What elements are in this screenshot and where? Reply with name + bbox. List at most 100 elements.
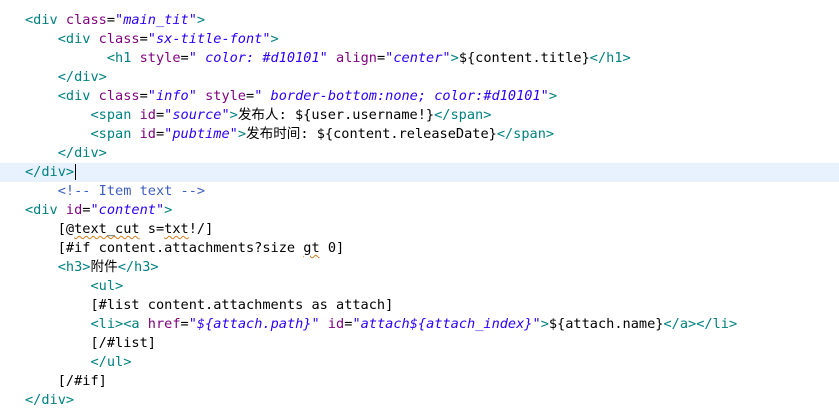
code-line[interactable]: <h3>附件</h3> [0,258,839,277]
code-line-content: [/#list] [25,334,155,353]
code-token: </li> [696,316,738,332]
code-line[interactable]: [/#if] [0,372,839,391]
code-token: "source" [164,107,230,123]
code-token: style [139,50,181,66]
code-editor[interactable]: <div class="main_tit"> <div class="sx-ti… [0,0,839,420]
code-token: !/] [188,221,214,237]
code-token: > [229,107,238,123]
code-token: "center" [385,50,451,66]
code-token: <h1 [106,50,140,66]
code-token: id [139,107,156,123]
code-token: = [155,107,165,123]
code-line[interactable]: </div> [0,163,839,182]
code-token: [#list content.attachments as attach] [90,297,394,313]
code-token: = [139,88,148,104]
code-token: 发布时间: ${content.releaseDate} [246,126,497,142]
code-token: style [196,88,246,104]
code-line[interactable]: <div class="sx-title-font"> [0,30,839,49]
code-token: <h3> [57,259,91,275]
code-line[interactable]: <div class="info" style=" border-bottom:… [0,87,839,106]
code-token: class [98,31,140,47]
code-token: </span> [496,126,555,142]
code-token: "attach${attach_index}" [352,316,541,332]
code-line-content: <div class="sx-title-font"> [25,30,279,49]
code-token: "main_tit" [115,12,197,28]
code-token: </div> [57,69,107,85]
code-line-content: </div> [25,144,107,163]
code-token: > [548,88,558,104]
code-line[interactable]: [/#list] [0,334,839,353]
code-line[interactable]: </div> [0,68,839,87]
code-token: </h1> [589,50,631,66]
text-cursor [75,164,77,180]
code-token: = [180,316,189,332]
code-token: <div [25,12,66,28]
code-token: = [246,88,255,104]
code-line[interactable]: [@text_cut s=txt!/] [0,220,839,239]
code-token: <li> [90,316,124,332]
code-token: "sx-title-font" [147,31,271,47]
code-token: <span [90,107,140,123]
code-token: <div [25,202,66,218]
code-line[interactable]: </ul> [0,353,839,372]
code-token: id [319,316,345,332]
code-token: [#if content.attachments?size [57,240,304,256]
code-token: id [65,202,83,218]
code-token: href [147,316,181,332]
code-line[interactable]: <span id="source">发布人: ${user.username!}… [0,106,839,125]
code-line-content: </ul> [25,353,131,372]
code-token: = [376,50,386,66]
code-token: </div> [25,392,75,408]
code-line-content: [/#if] [25,372,107,391]
code-line-content: <div class="main_tit"> [25,11,205,30]
code-token: 发布人: ${user.username!} [237,107,435,123]
code-line-content: <div id="content"> [25,201,172,220]
code-line-content: </div> [25,163,77,182]
code-line[interactable]: <span id="pubtime">发布时间: ${content.relea… [0,125,839,144]
code-token: = [180,50,189,66]
code-token: </div> [57,145,107,161]
code-line[interactable]: <!-- Item text --> [0,182,839,201]
code-line-content: <ul> [25,277,123,296]
code-line-content: [#if content.attachments?size gt 0] [25,239,344,258]
code-line[interactable]: <h1 style=" color: #d10101" align="cente… [0,49,839,68]
code-token: <ul> [90,278,124,294]
code-line[interactable]: </div> [0,391,839,410]
code-line[interactable]: <li><a href="${attach.path}" id="attach$… [0,315,839,334]
code-token: [@ [57,221,75,237]
code-line[interactable]: [#if content.attachments?size gt 0] [0,239,839,258]
code-token: > [164,202,173,218]
code-line-content: </div> [25,391,74,410]
code-token: = [139,31,148,47]
code-line[interactable]: <div id="content"> [0,201,839,220]
code-token: > [450,50,459,66]
code-line-content: [#list content.attachments as attach] [25,296,393,315]
code-line[interactable]: <div class="main_tit"> [0,11,839,30]
code-line-content: <!-- Item text --> [25,182,205,201]
code-line[interactable]: </div> [0,144,839,163]
code-token: " color: #d10101" [188,50,328,66]
code-token: </a> [663,316,697,332]
code-token: <div [57,88,99,104]
code-token: align [327,50,377,66]
code-line-content: <span id="source">发布人: ${user.username!}… [25,106,491,125]
code-line-content: [@text_cut s=txt!/] [25,220,214,239]
code-token: class [65,12,107,28]
code-line[interactable]: [#list content.attachments as attach] [0,296,839,315]
code-line[interactable]: <ul> [0,277,839,296]
